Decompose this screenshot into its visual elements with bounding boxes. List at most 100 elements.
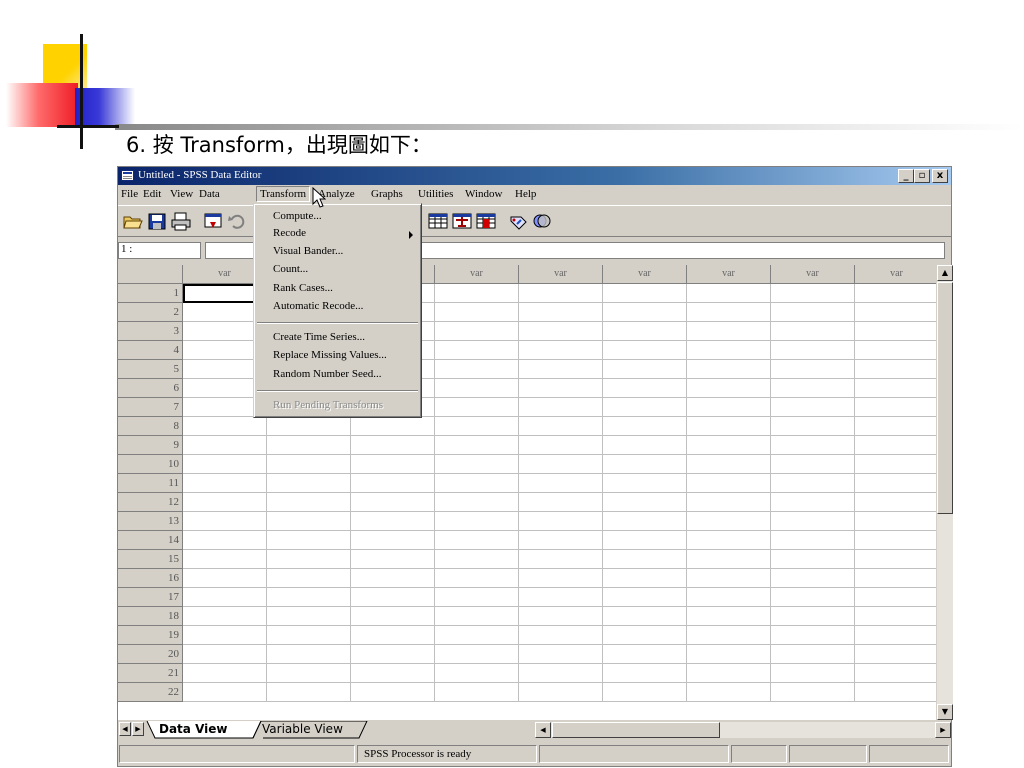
data-cell[interactable] (603, 360, 687, 379)
data-cell[interactable] (603, 550, 687, 569)
data-cell[interactable] (771, 550, 855, 569)
data-cell[interactable] (855, 645, 936, 664)
data-cell[interactable] (603, 436, 687, 455)
data-cell[interactable] (687, 607, 771, 626)
data-cell[interactable] (855, 531, 936, 550)
data-cell[interactable] (855, 379, 936, 398)
data-cell[interactable] (687, 474, 771, 493)
data-cell[interactable] (771, 436, 855, 455)
data-cell[interactable] (435, 436, 519, 455)
data-cell[interactable] (519, 664, 603, 683)
data-cell[interactable] (771, 360, 855, 379)
data-cell[interactable] (435, 607, 519, 626)
data-cell[interactable] (771, 474, 855, 493)
data-cell[interactable] (183, 493, 267, 512)
data-cell[interactable] (519, 531, 603, 550)
data-cell[interactable] (351, 683, 435, 702)
data-cell[interactable] (855, 550, 936, 569)
data-cell[interactable] (771, 569, 855, 588)
row-header[interactable]: 22 (118, 683, 183, 702)
row-header[interactable]: 2 (118, 303, 183, 322)
data-cell[interactable] (771, 607, 855, 626)
data-cell[interactable] (183, 531, 267, 550)
data-cell[interactable] (687, 360, 771, 379)
data-cell[interactable] (351, 607, 435, 626)
scroll-left-button[interactable]: ◀ (535, 722, 551, 738)
data-cell[interactable] (519, 550, 603, 569)
data-cell[interactable] (855, 569, 936, 588)
row-header[interactable]: 3 (118, 322, 183, 341)
menu-data[interactable]: Data (199, 188, 220, 200)
data-cell[interactable] (351, 512, 435, 531)
data-cell[interactable] (519, 284, 603, 303)
scroll-down-button[interactable]: ▼ (937, 704, 953, 720)
data-cell[interactable] (519, 645, 603, 664)
data-cell[interactable] (435, 474, 519, 493)
data-cell[interactable] (351, 436, 435, 455)
menu-item-count[interactable]: Count... (273, 263, 308, 275)
menu-item-replace-missing-values[interactable]: Replace Missing Values... (273, 349, 387, 361)
use-sets-icon[interactable] (531, 211, 553, 231)
data-cell[interactable] (771, 645, 855, 664)
data-cell[interactable] (267, 455, 351, 474)
data-cell[interactable] (267, 588, 351, 607)
row-header[interactable]: 9 (118, 436, 183, 455)
horizontal-scrollbar[interactable]: ◀ ▶ (535, 722, 951, 738)
data-cell[interactable] (603, 398, 687, 417)
data-cell[interactable] (267, 645, 351, 664)
data-cell[interactable] (855, 683, 936, 702)
data-cell[interactable] (603, 607, 687, 626)
data-cell[interactable] (855, 360, 936, 379)
data-cell[interactable] (687, 284, 771, 303)
data-cell[interactable] (435, 284, 519, 303)
data-cell[interactable] (855, 493, 936, 512)
data-cell[interactable] (435, 493, 519, 512)
row-header[interactable]: 21 (118, 664, 183, 683)
data-cell[interactable] (519, 360, 603, 379)
data-cell[interactable] (687, 417, 771, 436)
data-cell[interactable] (519, 493, 603, 512)
data-cell[interactable] (267, 569, 351, 588)
row-header[interactable]: 19 (118, 626, 183, 645)
data-cell[interactable] (183, 512, 267, 531)
data-cell[interactable] (519, 626, 603, 645)
data-cell[interactable] (351, 550, 435, 569)
data-cell[interactable] (183, 607, 267, 626)
column-header[interactable]: var (603, 265, 687, 284)
column-header[interactable]: var (435, 265, 519, 284)
data-cell[interactable] (183, 455, 267, 474)
data-cell[interactable] (687, 303, 771, 322)
undo-icon[interactable] (226, 211, 248, 231)
data-cell[interactable] (687, 322, 771, 341)
data-cell[interactable] (855, 626, 936, 645)
data-cell[interactable] (687, 493, 771, 512)
data-cell[interactable] (519, 322, 603, 341)
data-cell[interactable] (351, 588, 435, 607)
data-cell[interactable] (435, 645, 519, 664)
menu-file[interactable]: File (121, 188, 138, 200)
data-cell[interactable] (351, 493, 435, 512)
data-cell[interactable] (687, 550, 771, 569)
data-cell[interactable] (687, 379, 771, 398)
data-cell[interactable] (855, 474, 936, 493)
data-cell[interactable] (603, 645, 687, 664)
row-header[interactable]: 6 (118, 379, 183, 398)
data-cell[interactable] (435, 550, 519, 569)
row-header[interactable]: 4 (118, 341, 183, 360)
data-cell[interactable] (519, 303, 603, 322)
data-cell[interactable] (519, 588, 603, 607)
data-cell[interactable] (687, 341, 771, 360)
vertical-scrollbar[interactable]: ▲ ▼ (937, 265, 953, 720)
data-cell[interactable] (183, 569, 267, 588)
data-cell[interactable] (687, 626, 771, 645)
data-cell[interactable] (771, 322, 855, 341)
menu-item-recode[interactable]: Recode (273, 227, 306, 239)
data-cell[interactable] (603, 379, 687, 398)
row-header[interactable]: 12 (118, 493, 183, 512)
data-cell[interactable] (519, 417, 603, 436)
data-cell[interactable] (435, 417, 519, 436)
data-cell[interactable] (603, 683, 687, 702)
data-cell[interactable] (183, 417, 267, 436)
data-cell[interactable] (603, 341, 687, 360)
tab-scroll-left-button[interactable]: ◀ (119, 722, 131, 736)
